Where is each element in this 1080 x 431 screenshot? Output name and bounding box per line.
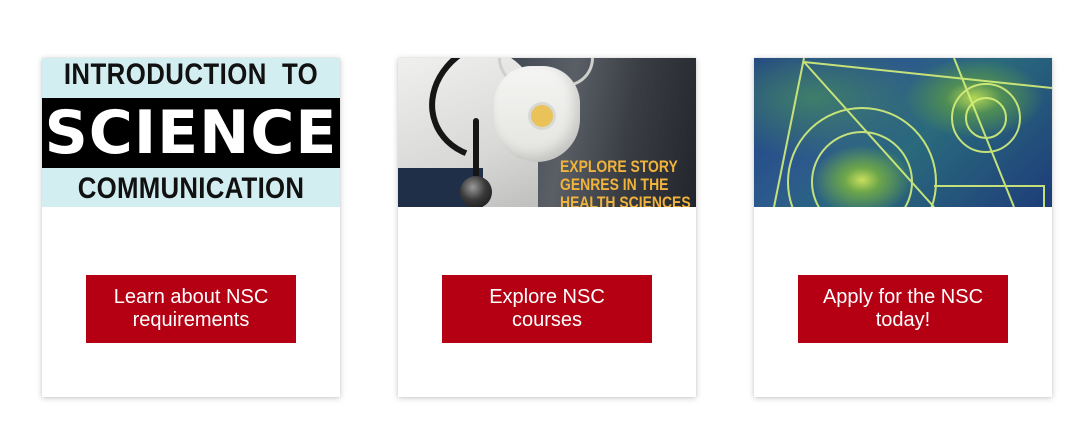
apply-today-button[interactable]: Apply for the NSC today!: [798, 275, 1008, 343]
card-image-satellite-storm: [754, 58, 1052, 207]
card-intro-science-communication: INTRODUCTION TO SCIENCE COMMUNICATION Le…: [42, 58, 340, 397]
card-image-intro-science-communication: INTRODUCTION TO SCIENCE COMMUNICATION: [42, 58, 340, 207]
card-image-health-sciences-photo: EXPLORE STORY GENRES IN THE HEALTH SCIEN…: [398, 58, 696, 207]
image-text-bottom: COMMUNICATION: [77, 172, 305, 205]
mask-valve-shape: [528, 102, 556, 130]
overlay-circle: [951, 83, 1021, 153]
image-text-top: INTRODUCTION TO: [63, 58, 319, 91]
geometric-overlay-graphic: [773, 58, 1052, 207]
overlay-line: [803, 61, 935, 207]
overlay-line-3: HEALTH SCIENCES: [560, 193, 691, 208]
overlay-line: [803, 61, 1052, 89]
explore-courses-button[interactable]: Explore NSC courses: [442, 275, 652, 343]
image-text-band: SCIENCE: [42, 98, 340, 168]
card-body: Learn about NSC requirements: [42, 207, 340, 397]
overlay-circle: [811, 131, 913, 207]
learn-requirements-button[interactable]: Learn about NSC requirements: [86, 275, 296, 343]
stethoscope-head-shape: [460, 176, 492, 207]
card-apply: Apply for the NSC today!: [754, 58, 1052, 397]
overlay-circle: [787, 107, 937, 207]
card-explore-courses: EXPLORE STORY GENRES IN THE HEALTH SCIEN…: [398, 58, 696, 397]
overlay-line: [934, 185, 1045, 207]
page: INTRODUCTION TO SCIENCE COMMUNICATION Le…: [0, 0, 1080, 431]
overlay-line-2: GENRES IN THE: [560, 175, 669, 194]
card-body: Explore NSC courses: [398, 207, 696, 397]
overlay-line-1: EXPLORE STORY: [560, 157, 678, 176]
card-body: Apply for the NSC today!: [754, 207, 1052, 397]
image-overlay-text: EXPLORE STORY GENRES IN THE HEALTH SCIEN…: [560, 157, 691, 208]
